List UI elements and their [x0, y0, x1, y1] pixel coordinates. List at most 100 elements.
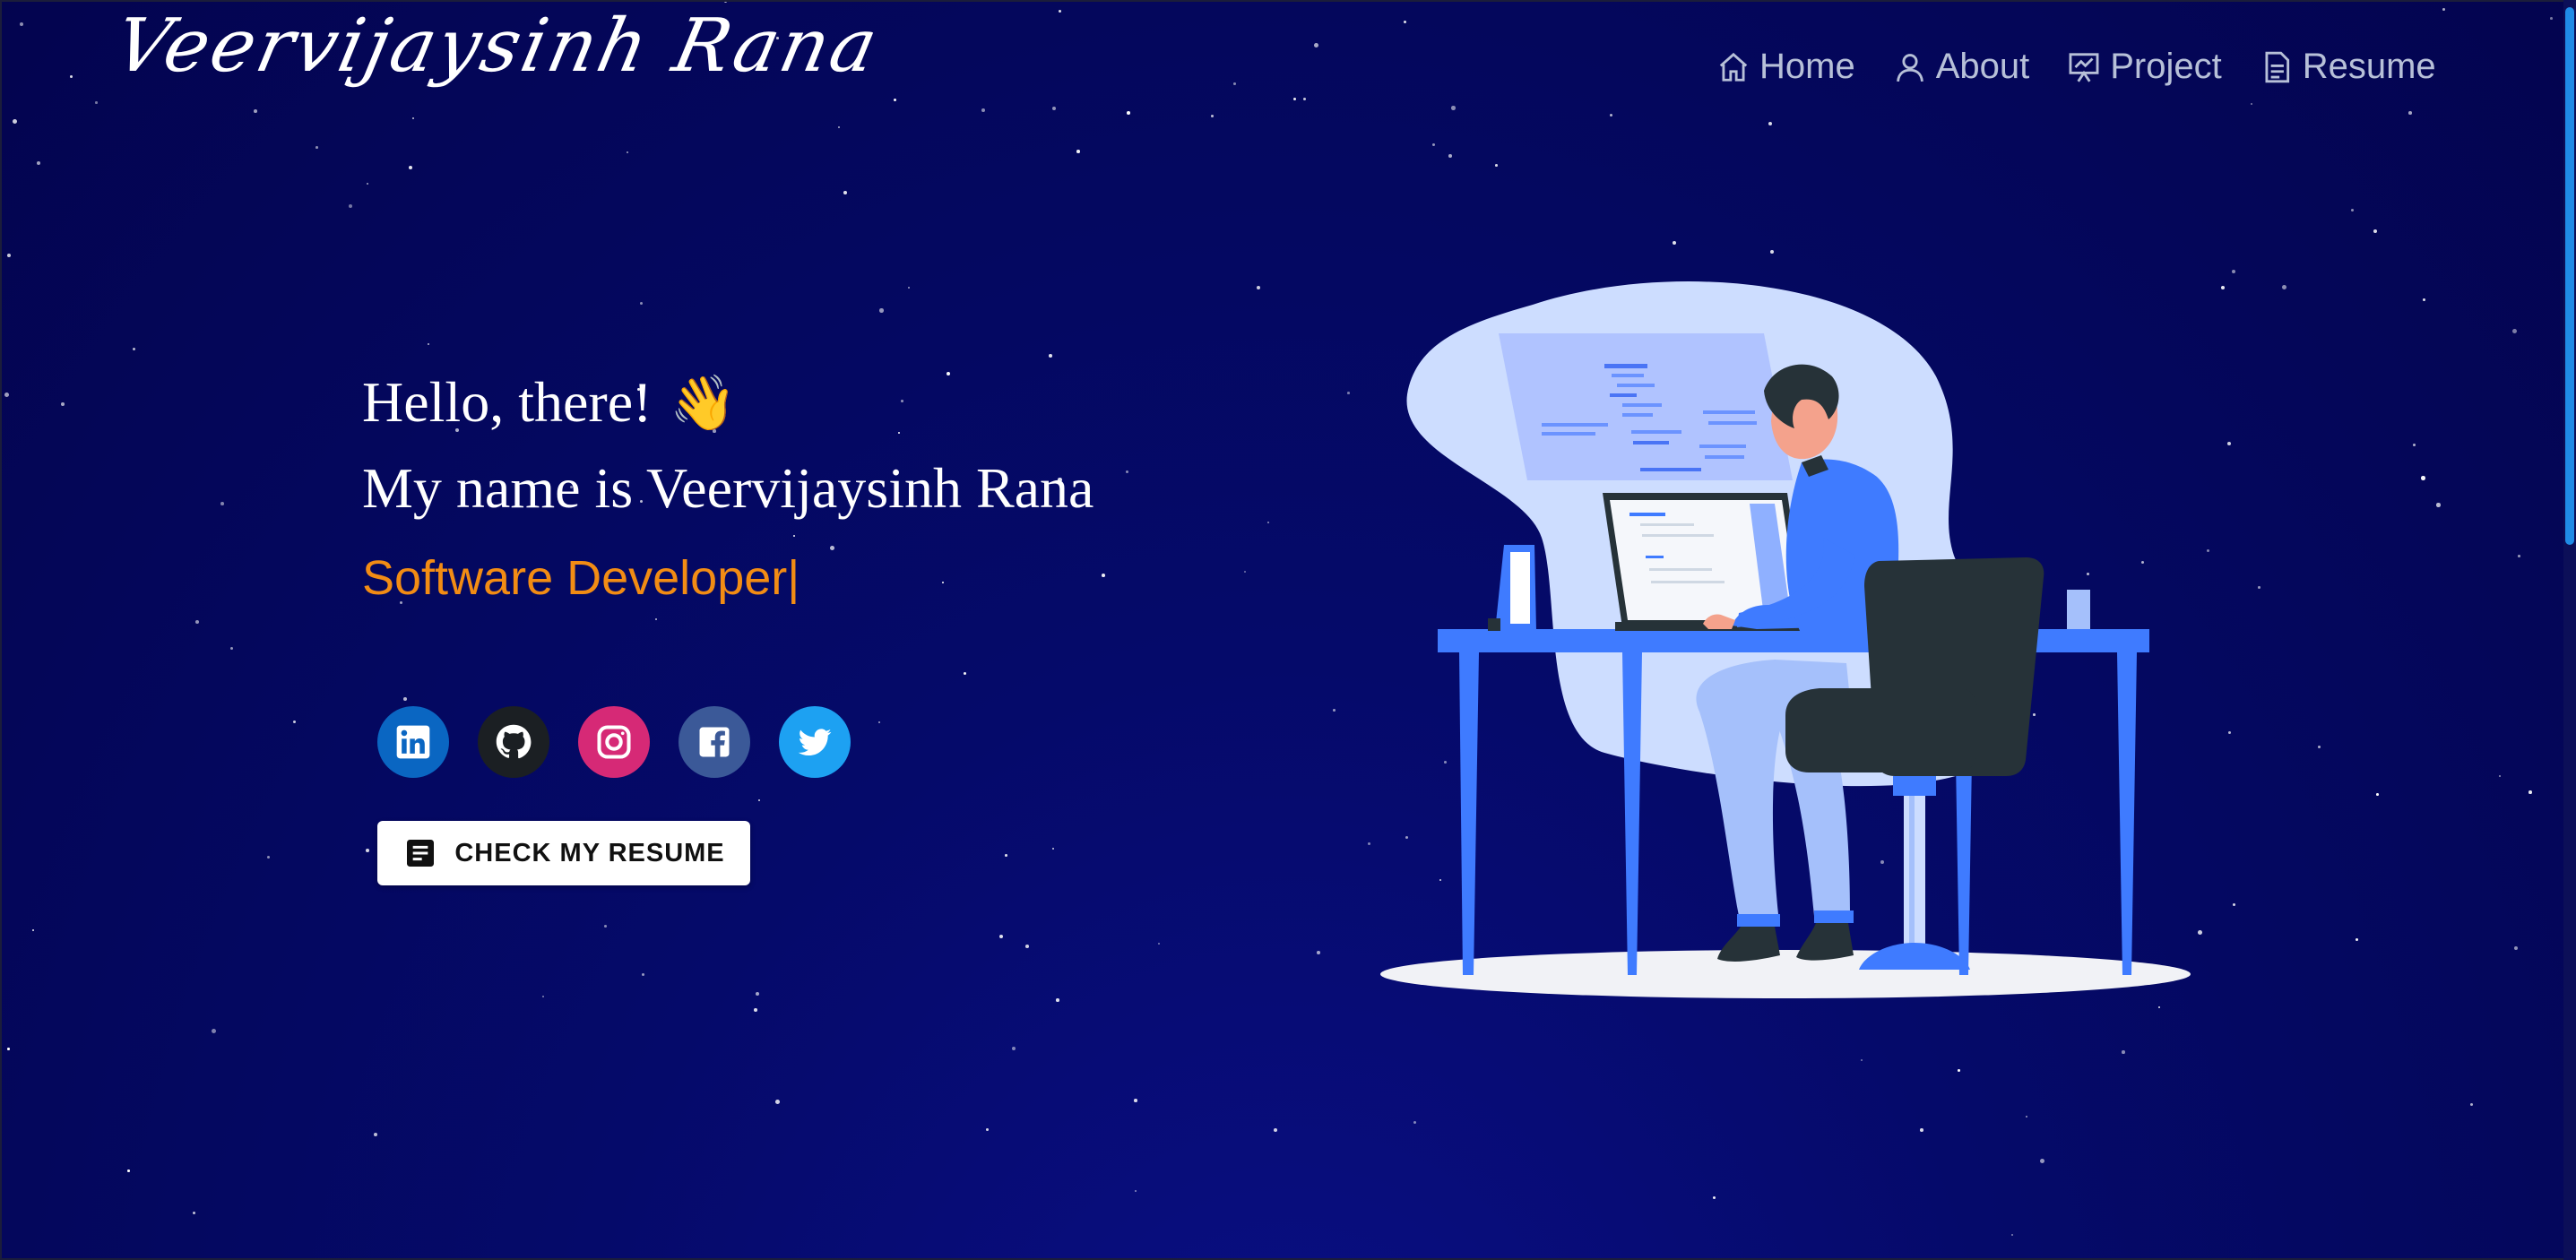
star-dot	[403, 697, 408, 702]
star-dot	[756, 992, 760, 997]
star-dot	[1610, 114, 1613, 117]
nav-item-resume[interactable]: Resume	[2260, 47, 2436, 87]
star-dot	[1920, 1128, 1923, 1132]
star-dot	[1134, 1099, 1137, 1102]
star-dot	[2528, 790, 2532, 794]
star-dot	[2251, 103, 2253, 106]
star-dot	[2518, 555, 2520, 557]
check-resume-button[interactable]: CHECK MY RESUME	[377, 821, 750, 885]
star-dot	[2356, 938, 2359, 942]
twitter-icon	[798, 729, 832, 756]
star-dot	[2373, 229, 2378, 234]
star-dot	[1333, 709, 1336, 712]
star-dot	[37, 161, 41, 166]
star-dot	[1448, 154, 1452, 158]
site-logo[interactable]: Veervijaysinh Rana	[108, 4, 887, 89]
star-dot	[1770, 250, 1775, 255]
star-dot	[981, 108, 985, 112]
nav-item-home[interactable]: Home	[1716, 47, 1855, 87]
star-dot	[1713, 1196, 1716, 1200]
facebook-link[interactable]	[679, 706, 750, 778]
star-dot	[95, 101, 98, 104]
star-dot	[1059, 10, 1062, 13]
document-icon	[407, 840, 435, 867]
nav-item-project[interactable]: Project	[2067, 47, 2222, 87]
coffee-cup	[2067, 590, 2090, 629]
star-dot	[964, 672, 967, 676]
star-dot	[1102, 574, 1105, 577]
star-dot	[1404, 21, 1407, 24]
user-icon	[1896, 53, 1923, 82]
star-dot	[878, 721, 881, 724]
star-dot	[2376, 793, 2379, 796]
star-dot	[1126, 470, 1129, 474]
star-dot	[2499, 775, 2501, 777]
instagram-icon	[597, 725, 631, 759]
twitter-link[interactable]	[779, 706, 851, 778]
star-dot	[655, 618, 658, 621]
star-dot	[2227, 442, 2232, 446]
star-dot	[1049, 354, 1052, 358]
star-dot	[20, 22, 23, 26]
star-dot	[1012, 1047, 1016, 1050]
star-dot	[1052, 107, 1057, 111]
star-dot	[1025, 945, 1029, 948]
star-dot	[843, 191, 847, 194]
star-dot	[793, 535, 796, 538]
star-dot	[2122, 1050, 2125, 1054]
tablet-stand	[1488, 545, 1536, 631]
star-dot	[901, 400, 903, 402]
nav-item-about[interactable]: About	[1893, 47, 2029, 87]
linkedin-link[interactable]	[377, 706, 449, 778]
star-dot	[2233, 903, 2236, 907]
typing-cursor: |	[787, 551, 800, 605]
star-dot	[1274, 1128, 1277, 1132]
star-dot	[2258, 586, 2260, 589]
star-dot	[2436, 503, 2441, 507]
star-dot	[2514, 946, 2519, 951]
star-dot	[366, 849, 369, 852]
nav-label: Resume	[2302, 47, 2436, 86]
star-dot	[2470, 1103, 2474, 1107]
star-dot	[2228, 731, 2232, 735]
star-dot	[2318, 746, 2321, 748]
vertical-scrollbar[interactable]	[2563, 0, 2576, 1260]
star-dot	[2282, 285, 2286, 289]
star-dot	[947, 372, 950, 375]
star-dot	[1451, 106, 1456, 110]
star-dot	[32, 929, 35, 932]
wave-emoji-icon: 👋	[670, 373, 738, 433]
role-typewriter: Software Developer|	[362, 550, 800, 606]
star-dot	[999, 935, 1003, 938]
social-links	[377, 706, 851, 778]
linkedin-icon	[396, 725, 430, 759]
star-dot	[986, 1128, 989, 1131]
star-dot	[13, 119, 17, 124]
star-dot	[830, 546, 834, 550]
scrollbar-thumb[interactable]	[2565, 7, 2574, 545]
star-dot	[1135, 1190, 1137, 1193]
star-dot	[640, 302, 644, 306]
home-icon	[1719, 52, 1748, 82]
star-dot	[894, 99, 897, 102]
floor-shadow	[1380, 950, 2191, 998]
star-dot	[1056, 998, 1059, 1002]
nav-label: Home	[1759, 47, 1855, 86]
instagram-link[interactable]	[578, 706, 650, 778]
star-dot	[254, 109, 257, 113]
star-dot	[1303, 98, 1306, 100]
star-dot	[367, 183, 369, 186]
star-dot	[2423, 298, 2425, 301]
star-dot	[1293, 98, 1297, 101]
star-dot	[2232, 270, 2235, 273]
name-heading: My name is Veervijaysinh Rana	[362, 456, 1094, 520]
role-text: Software Developer	[362, 551, 788, 605]
star-dot	[2413, 444, 2416, 446]
star-dot	[193, 1212, 196, 1215]
facebook-icon	[699, 727, 730, 757]
star-dot	[293, 721, 297, 724]
github-link[interactable]	[478, 706, 549, 778]
star-dot	[604, 925, 607, 928]
star-dot	[409, 166, 413, 170]
star-dot	[349, 204, 353, 209]
